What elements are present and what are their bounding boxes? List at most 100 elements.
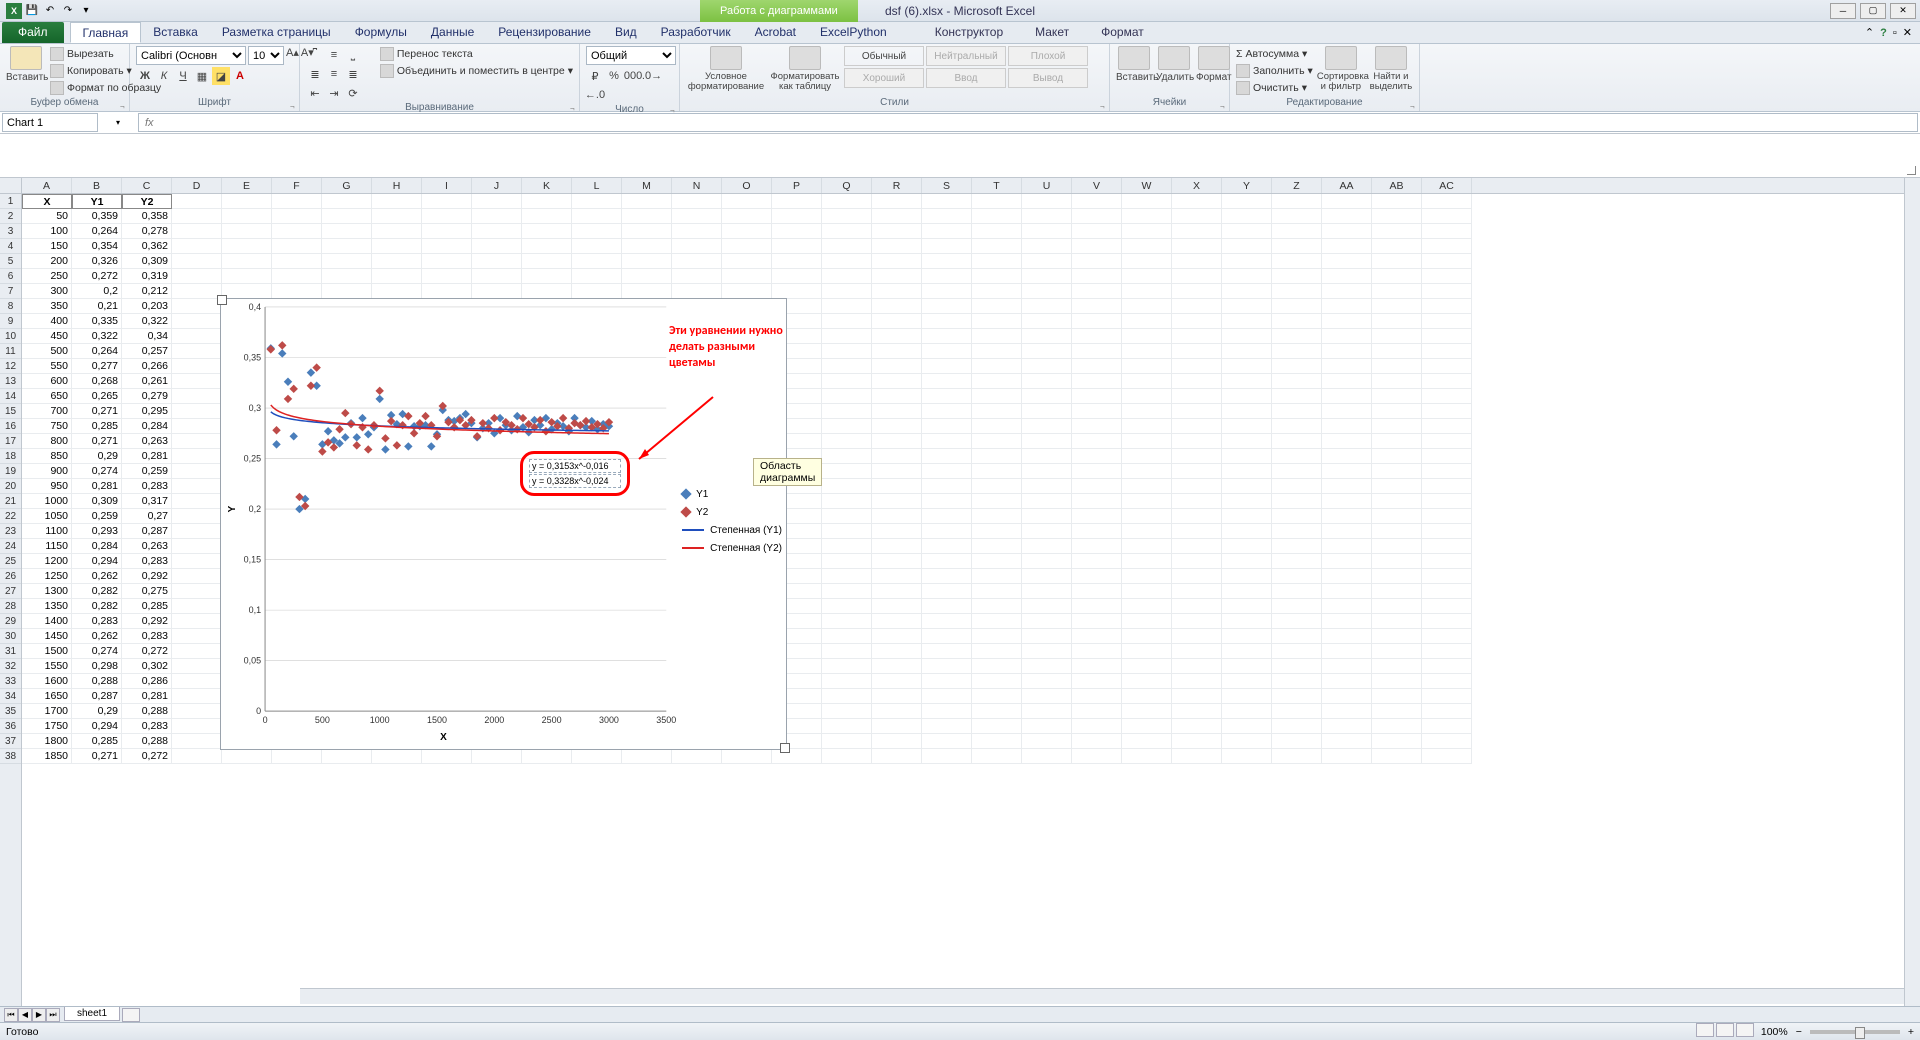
row-header[interactable]: 34 bbox=[0, 689, 21, 704]
cell[interactable] bbox=[822, 389, 872, 404]
cell[interactable] bbox=[922, 509, 972, 524]
cell[interactable] bbox=[1172, 749, 1222, 764]
cell[interactable] bbox=[1322, 464, 1372, 479]
cell[interactable] bbox=[822, 479, 872, 494]
cell[interactable] bbox=[572, 254, 622, 269]
cell[interactable] bbox=[872, 599, 922, 614]
cell[interactable] bbox=[1422, 464, 1472, 479]
sheet-nav-prev-icon[interactable]: ◀ bbox=[18, 1008, 32, 1022]
cell[interactable] bbox=[922, 494, 972, 509]
cell[interactable]: 0,212 bbox=[122, 284, 172, 299]
cell[interactable] bbox=[1422, 269, 1472, 284]
cell[interactable] bbox=[1072, 509, 1122, 524]
vertical-scrollbar[interactable] bbox=[1904, 178, 1920, 1006]
row-header[interactable]: 21 bbox=[0, 494, 21, 509]
tab-developer[interactable]: Разработчик bbox=[649, 22, 743, 43]
cell[interactable]: 0,271 bbox=[72, 749, 122, 764]
cell[interactable] bbox=[822, 299, 872, 314]
cell[interactable]: 0,359 bbox=[72, 209, 122, 224]
cell[interactable] bbox=[722, 209, 772, 224]
cell[interactable] bbox=[1422, 629, 1472, 644]
cell[interactable] bbox=[1272, 584, 1322, 599]
minimize-ribbon-icon[interactable]: ⌃ bbox=[1865, 26, 1874, 39]
cell[interactable] bbox=[922, 674, 972, 689]
cell[interactable] bbox=[1072, 269, 1122, 284]
cell[interactable] bbox=[1422, 359, 1472, 374]
cell[interactable] bbox=[172, 539, 222, 554]
cell[interactable] bbox=[572, 239, 622, 254]
cell[interactable] bbox=[322, 239, 372, 254]
cell[interactable]: 0,285 bbox=[72, 419, 122, 434]
cell[interactable] bbox=[1222, 644, 1272, 659]
cell[interactable] bbox=[1322, 284, 1372, 299]
cell[interactable] bbox=[372, 284, 422, 299]
cell[interactable] bbox=[722, 239, 772, 254]
cell[interactable] bbox=[1372, 434, 1422, 449]
cell[interactable]: 250 bbox=[22, 269, 72, 284]
cell[interactable]: 1850 bbox=[22, 749, 72, 764]
cell[interactable] bbox=[1022, 269, 1072, 284]
cell[interactable]: 0,284 bbox=[72, 539, 122, 554]
cell[interactable] bbox=[1022, 314, 1072, 329]
cell[interactable]: 0,2 bbox=[72, 284, 122, 299]
cell[interactable] bbox=[1272, 194, 1322, 209]
cell[interactable] bbox=[372, 254, 422, 269]
tab-format[interactable]: Формат bbox=[1085, 22, 1160, 43]
cell[interactable] bbox=[772, 284, 822, 299]
cell[interactable] bbox=[1072, 329, 1122, 344]
cell[interactable]: 0,354 bbox=[72, 239, 122, 254]
cell[interactable] bbox=[1072, 194, 1122, 209]
column-header[interactable]: Y bbox=[1222, 178, 1272, 193]
cell[interactable] bbox=[1272, 749, 1322, 764]
cell[interactable]: 0,283 bbox=[122, 554, 172, 569]
cell[interactable] bbox=[1022, 254, 1072, 269]
cell[interactable] bbox=[272, 269, 322, 284]
cell[interactable] bbox=[1172, 494, 1222, 509]
cell[interactable] bbox=[1072, 554, 1122, 569]
cell[interactable] bbox=[1072, 209, 1122, 224]
cell[interactable] bbox=[1222, 719, 1272, 734]
cell[interactable] bbox=[1272, 614, 1322, 629]
cell[interactable] bbox=[1072, 299, 1122, 314]
cell[interactable] bbox=[772, 269, 822, 284]
row-header[interactable]: 20 bbox=[0, 479, 21, 494]
cell[interactable]: 1200 bbox=[22, 554, 72, 569]
column-header[interactable]: U bbox=[1022, 178, 1072, 193]
cell[interactable] bbox=[1372, 344, 1422, 359]
cell[interactable] bbox=[1022, 299, 1072, 314]
cell[interactable] bbox=[922, 404, 972, 419]
cell[interactable] bbox=[172, 224, 222, 239]
cell[interactable] bbox=[1272, 464, 1322, 479]
cell[interactable] bbox=[872, 494, 922, 509]
cell[interactable] bbox=[1022, 284, 1072, 299]
cell[interactable] bbox=[1272, 374, 1322, 389]
cell[interactable] bbox=[1322, 644, 1372, 659]
view-pagebreak-icon[interactable] bbox=[1736, 1023, 1754, 1037]
cell[interactable] bbox=[822, 284, 872, 299]
cell[interactable] bbox=[672, 209, 722, 224]
cell[interactable] bbox=[822, 404, 872, 419]
cell[interactable] bbox=[522, 209, 572, 224]
cell[interactable] bbox=[1022, 464, 1072, 479]
cell[interactable] bbox=[1222, 494, 1272, 509]
cell[interactable] bbox=[872, 254, 922, 269]
cell[interactable]: 0,27 bbox=[122, 509, 172, 524]
row-header[interactable]: 36 bbox=[0, 719, 21, 734]
style-neutral[interactable]: Нейтральный bbox=[926, 46, 1006, 66]
cell[interactable] bbox=[1322, 674, 1372, 689]
tab-design[interactable]: Конструктор bbox=[919, 22, 1019, 43]
cell[interactable]: 0,358 bbox=[122, 209, 172, 224]
column-header[interactable]: Z bbox=[1272, 178, 1322, 193]
cell[interactable] bbox=[972, 194, 1022, 209]
cell[interactable] bbox=[1422, 449, 1472, 464]
cell[interactable] bbox=[1072, 479, 1122, 494]
cell[interactable] bbox=[1122, 284, 1172, 299]
cell[interactable] bbox=[722, 749, 772, 764]
cell[interactable] bbox=[1422, 404, 1472, 419]
cell[interactable] bbox=[1072, 464, 1122, 479]
cell[interactable] bbox=[1272, 659, 1322, 674]
cell[interactable] bbox=[1272, 524, 1322, 539]
cell[interactable]: 1000 bbox=[22, 494, 72, 509]
cell[interactable] bbox=[1122, 644, 1172, 659]
currency-icon[interactable]: ₽ bbox=[586, 67, 604, 85]
